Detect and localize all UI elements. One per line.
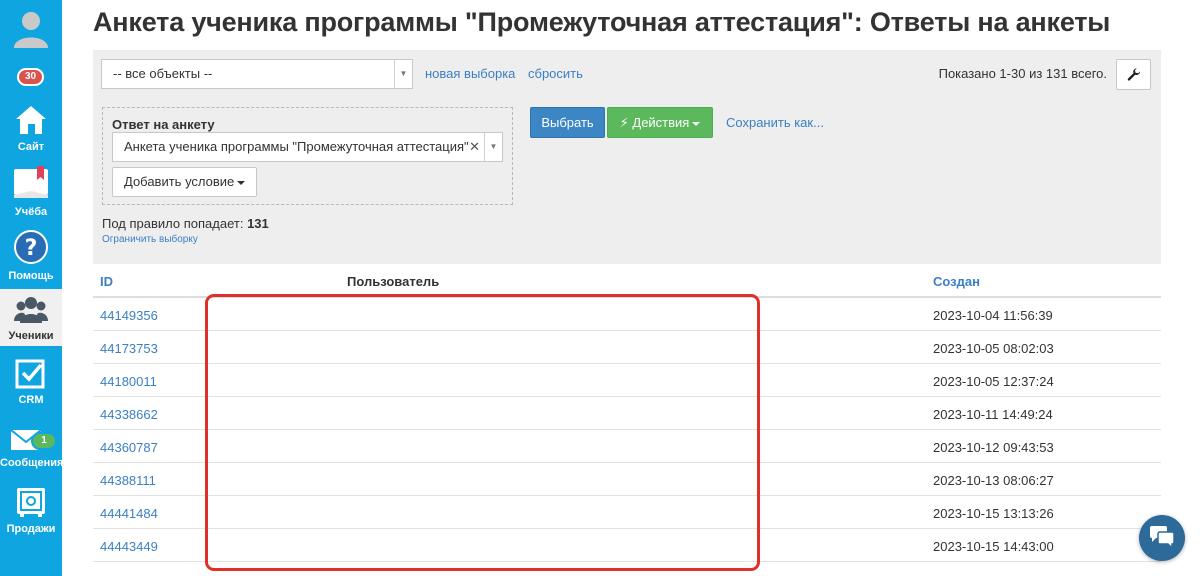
chat-icon bbox=[1150, 526, 1175, 550]
help-icon: ? bbox=[14, 230, 48, 264]
row-created: 2023-10-04 11:56:39 bbox=[933, 308, 1053, 323]
settings-button[interactable] bbox=[1116, 59, 1151, 90]
avatar[interactable] bbox=[11, 8, 51, 48]
home-icon bbox=[16, 106, 46, 134]
row-id-link[interactable]: 44360787 bbox=[100, 440, 158, 455]
row-created: 2023-10-13 08:06:27 bbox=[933, 473, 1054, 488]
row-created: 2023-10-11 14:49:24 bbox=[933, 407, 1053, 422]
sidebar-item-label: Продажи bbox=[6, 523, 56, 535]
users-icon bbox=[14, 297, 48, 323]
sidebar-item-label: CRM bbox=[18, 394, 44, 406]
add-condition-label: Добавить условие bbox=[124, 174, 235, 189]
row-id-link[interactable]: 44180011 bbox=[100, 374, 157, 389]
row-created: 2023-10-15 14:43:00 bbox=[933, 539, 1054, 554]
sidebar-item-help[interactable]: ? Помощь bbox=[0, 229, 62, 282]
actions-label: Действия bbox=[632, 115, 690, 130]
limit-selection-link[interactable]: Ограничить выборку bbox=[102, 234, 198, 245]
condition-select-value: Анкета ученика программы "Промежуточная … bbox=[124, 139, 469, 154]
messages-badge[interactable]: 1 bbox=[31, 432, 57, 450]
clear-icon[interactable]: ✕ bbox=[469, 133, 480, 161]
row-id-link[interactable]: 44388111 bbox=[100, 473, 156, 488]
sidebar-item-label: Сообщения bbox=[0, 457, 64, 469]
new-selection-link[interactable]: новая выборка bbox=[425, 66, 515, 81]
rule-count-text: Под правило попадает: 131 bbox=[102, 216, 269, 231]
filter-panel: -- все объекты -- ▼ новая выборка сброси… bbox=[93, 50, 1161, 264]
actions-button[interactable]: ⚡ Действия bbox=[607, 107, 713, 138]
row-id-link[interactable]: 44441484 bbox=[100, 506, 158, 521]
lightning-icon: ⚡ bbox=[619, 115, 629, 130]
book-icon bbox=[14, 166, 48, 198]
sidebar-item-site[interactable]: Сайт bbox=[0, 104, 62, 153]
sidebar-item-crm[interactable]: CRM bbox=[0, 359, 62, 406]
rule-label: Под правило попадает: bbox=[102, 216, 244, 231]
user-avatar-icon bbox=[14, 12, 48, 48]
sidebar-item-label: Помощь bbox=[8, 270, 54, 282]
sidebar-item-study[interactable]: Учёба bbox=[0, 165, 62, 218]
safe-icon bbox=[17, 488, 45, 517]
sidebar-item-label: Сайт bbox=[17, 141, 45, 153]
condition-select[interactable]: Анкета ученика программы "Промежуточная … bbox=[112, 132, 503, 162]
objects-select[interactable]: -- все объекты -- ▼ bbox=[101, 59, 413, 89]
sidebar-item-students[interactable]: Ученики bbox=[0, 289, 62, 346]
row-id-link[interactable]: 44338662 bbox=[100, 407, 158, 422]
svg-text:?: ? bbox=[25, 236, 38, 261]
select-button[interactable]: Выбрать bbox=[530, 107, 605, 138]
notification-badge[interactable]: 30 bbox=[17, 68, 44, 86]
row-id-link[interactable]: 44173753 bbox=[100, 341, 158, 356]
save-as-link[interactable]: Сохранить как... bbox=[726, 115, 824, 130]
column-header-user: Пользователь bbox=[347, 274, 440, 289]
row-created: 2023-10-05 08:02:03 bbox=[933, 341, 1054, 356]
chevron-down-icon: ▼ bbox=[394, 60, 412, 88]
page-title: Анкета ученика программы "Промежуточная … bbox=[93, 7, 1111, 37]
row-id-link[interactable]: 44443449 bbox=[100, 539, 158, 554]
column-header-created[interactable]: Создан bbox=[933, 274, 980, 289]
sidebar-item-sales[interactable]: Продажи bbox=[0, 486, 62, 535]
shown-count: Показано 1-30 из 131 всего. bbox=[938, 66, 1107, 81]
caret-down-icon bbox=[692, 121, 701, 126]
row-id-link[interactable]: 44149356 bbox=[100, 308, 158, 323]
column-header-id[interactable]: ID bbox=[100, 274, 113, 289]
caret-down-icon bbox=[237, 180, 246, 185]
condition-box: Ответ на анкету Анкета ученика программы… bbox=[102, 107, 513, 205]
row-created: 2023-10-12 09:43:53 bbox=[933, 440, 1054, 455]
add-condition-button[interactable]: Добавить условие bbox=[112, 167, 258, 197]
sidebar: 30 Сайт Учёба ? Помощь Ученики CRM Сообщ… bbox=[0, 0, 64, 576]
objects-select-value: -- все объекты -- bbox=[113, 66, 213, 81]
sidebar-item-label: Учёба bbox=[14, 206, 48, 218]
condition-title: Ответ на анкету bbox=[112, 117, 215, 132]
chevron-down-icon: ▼ bbox=[484, 133, 502, 161]
checkbox-icon bbox=[15, 359, 45, 389]
rule-count: 131 bbox=[247, 216, 269, 231]
table-header: ID Пользователь Создан bbox=[93, 264, 1161, 298]
redaction-highlight bbox=[205, 294, 760, 571]
row-created: 2023-10-15 13:13:26 bbox=[933, 506, 1054, 521]
row-created: 2023-10-05 12:37:24 bbox=[933, 374, 1054, 389]
wrench-icon bbox=[1127, 68, 1141, 81]
reset-link[interactable]: сбросить bbox=[528, 66, 583, 81]
chat-button[interactable] bbox=[1139, 515, 1185, 561]
sidebar-item-label: Ученики bbox=[8, 330, 54, 342]
